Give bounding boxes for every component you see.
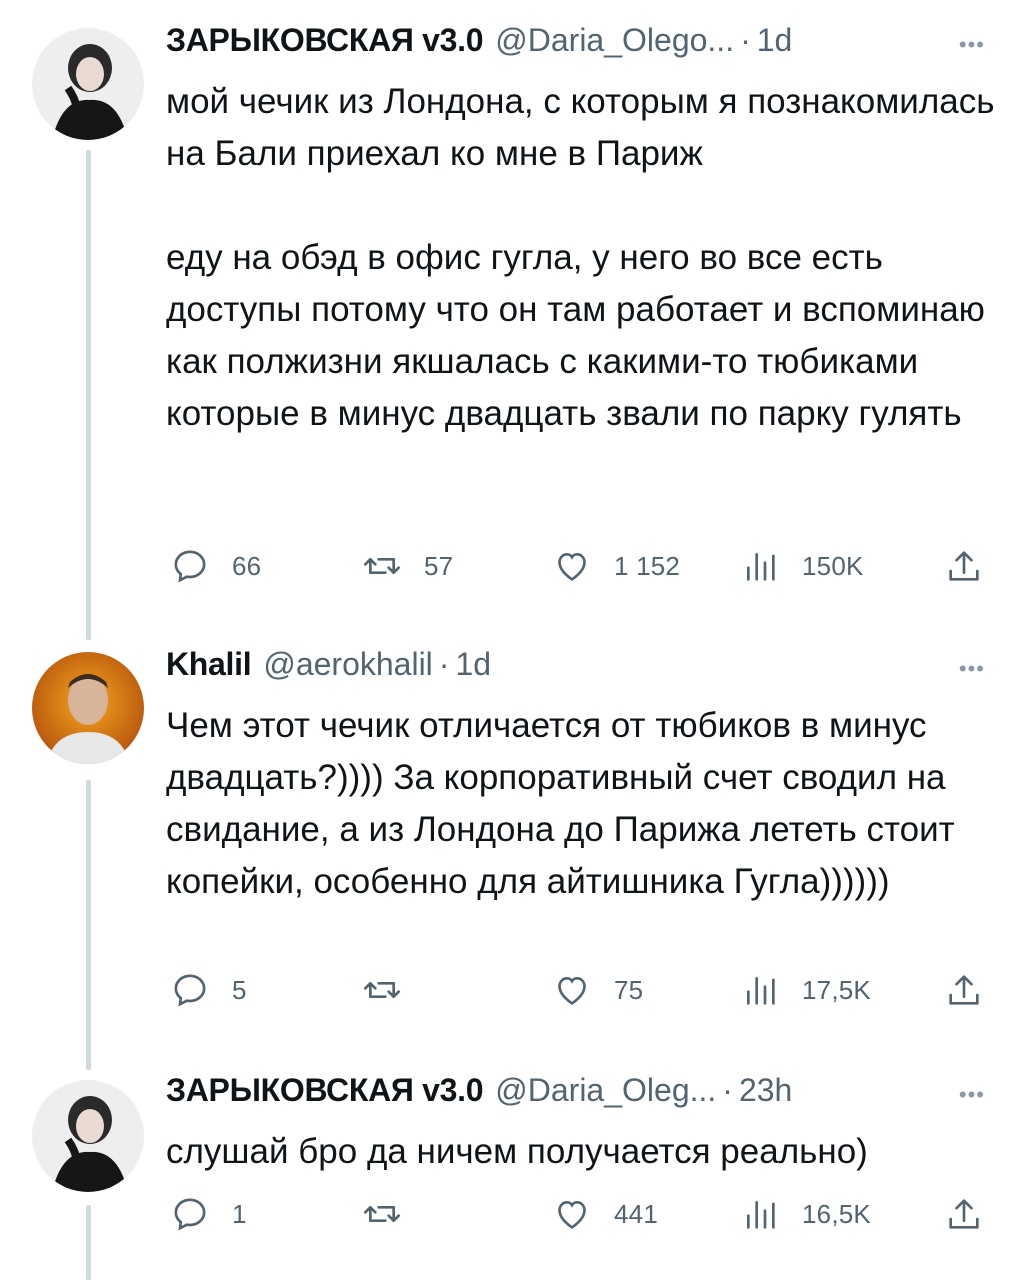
thread-line: [86, 1205, 91, 1280]
share-button[interactable]: [944, 966, 1006, 1014]
more-icon[interactable]: •••: [959, 1082, 985, 1108]
reply-button[interactable]: 5: [170, 966, 247, 1014]
more-icon[interactable]: •••: [959, 32, 985, 58]
views-button[interactable]: 150K: [740, 542, 864, 590]
heart-icon: [558, 1200, 586, 1229]
views-icon: [747, 553, 775, 581]
share-icon: [949, 551, 979, 581]
avatar[interactable]: [32, 1080, 144, 1192]
reply-button[interactable]: 1: [170, 1190, 247, 1238]
views-button[interactable]: 16,5K: [740, 1190, 871, 1238]
retweet-button[interactable]: [362, 1190, 424, 1238]
heart-icon: [558, 552, 586, 581]
separator: ·: [740, 22, 751, 58]
separator: ·: [722, 1072, 733, 1108]
like-button[interactable]: 1 152: [552, 542, 680, 590]
views-button[interactable]: 17,5K: [740, 966, 871, 1014]
avatar[interactable]: [32, 652, 144, 764]
more-icon[interactable]: •••: [959, 656, 985, 682]
like-count: 441: [614, 1198, 658, 1229]
timestamp[interactable]: 23h: [739, 1072, 792, 1109]
like-count: 75: [614, 974, 644, 1005]
reply-button[interactable]: 66: [170, 542, 261, 590]
avatar-image: [32, 1080, 144, 1192]
avatar[interactable]: [32, 28, 144, 140]
retweet-button[interactable]: 57: [362, 542, 453, 590]
retweet-button[interactable]: [362, 966, 424, 1014]
reply-icon: [174, 974, 206, 1007]
share-button[interactable]: [944, 542, 1006, 590]
retweet-count: 57: [424, 550, 454, 581]
author-name[interactable]: Khalil: [166, 646, 252, 683]
author-name[interactable]: ЗАРЫКОВСКАЯ v3.0: [166, 1072, 484, 1109]
author-handle[interactable]: @Daria_Olego...: [495, 22, 734, 59]
reply-count: 66: [232, 550, 262, 581]
views-icon: [747, 1201, 775, 1229]
author-handle[interactable]: @Daria_Oleg...: [495, 1072, 716, 1109]
retweet-icon: [364, 982, 400, 998]
tweet-text: мой чечик из Лондона, с которым я познак…: [166, 82, 995, 433]
action-bar: 1 441 16,5K: [166, 1190, 997, 1238]
timestamp[interactable]: 1d: [455, 646, 491, 683]
retweet-icon: [364, 558, 400, 574]
author-name[interactable]: ЗАРЫКОВСКАЯ v3.0: [166, 22, 484, 59]
views-count: 150K: [802, 550, 864, 581]
like-button[interactable]: 441: [552, 1190, 658, 1238]
like-button[interactable]: 75: [552, 966, 643, 1014]
action-bar: 5 75 17,5K: [166, 966, 997, 1014]
like-count: 1 152: [614, 550, 681, 581]
heart-icon: [558, 976, 586, 1005]
tweet-header: ЗАРЫКОВСКАЯ v3.0 @Daria_Oleg... · 23h ••…: [166, 1072, 997, 1116]
retweet-icon: [364, 1206, 400, 1222]
reply-icon: [174, 1198, 206, 1231]
separator: ·: [438, 646, 450, 682]
tweet-text: Чем этот чечик отличается от тюбиков в м…: [166, 706, 965, 901]
reply-count: 1: [232, 1198, 247, 1229]
avatar-image: [32, 28, 144, 140]
views-count: 16,5K: [802, 1198, 871, 1229]
reply-icon: [174, 550, 206, 583]
thread-line: [86, 150, 91, 640]
views-count: 17,5K: [802, 974, 871, 1005]
tweet-header: ЗАРЫКОВСКАЯ v3.0 @Daria_Olego... · 1d ••…: [166, 22, 997, 66]
tweet-text: слушай бро да ничем получается реально): [166, 1132, 868, 1171]
share-button[interactable]: [944, 1190, 1006, 1238]
author-handle[interactable]: @aerokhalil: [263, 646, 432, 683]
share-icon: [949, 975, 979, 1005]
action-bar: 66 57 1 152 150K: [166, 542, 997, 590]
avatar-image: [32, 652, 144, 764]
reply-count: 5: [232, 974, 247, 1005]
timestamp[interactable]: 1d: [757, 22, 793, 59]
tweet-header: Khalil @aerokhalil · 1d •••: [166, 646, 997, 690]
thread-line: [86, 780, 91, 1070]
share-icon: [949, 1199, 979, 1229]
views-icon: [747, 977, 775, 1005]
